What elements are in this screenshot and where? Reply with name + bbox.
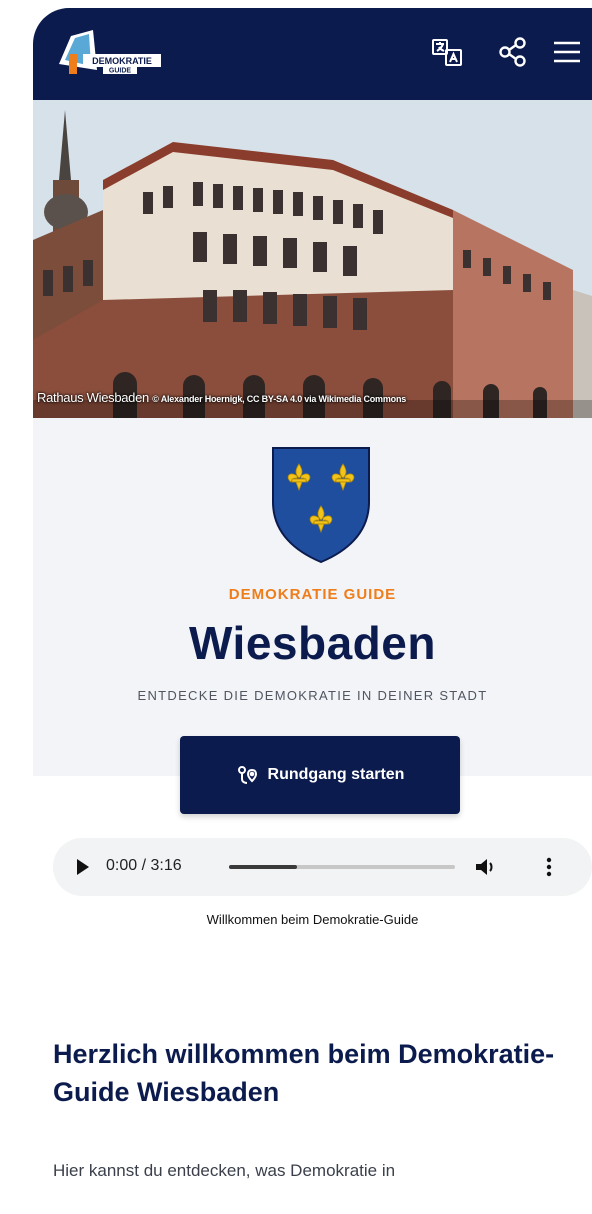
start-tour-label: Rundgang starten	[267, 766, 405, 783]
audio-seek-bar[interactable]	[229, 865, 455, 869]
audio-progress-fill	[229, 865, 297, 869]
hero-caption-title: Rathaus Wiesbaden	[37, 390, 149, 405]
more-options-icon[interactable]	[545, 855, 553, 879]
logo-text-line1: DEMOKRATIE	[92, 56, 152, 66]
hero-image-rathaus: Rathaus Wiesbaden © Alexander Hoernigk, …	[33, 100, 592, 418]
audio-time: 0:00 / 3:16	[106, 857, 182, 874]
audio-caption: Willkommen beim Demokratie-Guide	[206, 912, 419, 927]
volume-icon[interactable]	[473, 855, 499, 879]
intro-panel: DEMOKRATIE GUIDE Wiesbaden ENTDECKE DIE …	[33, 418, 592, 776]
kicker-label: DEMOKRATIE GUIDE	[228, 586, 397, 603]
wiesbaden-coat-of-arms-icon	[269, 444, 373, 564]
translate-icon[interactable]	[427, 32, 467, 72]
top-nav: DEMOKRATIE GUIDE	[33, 8, 592, 100]
demokratie-guide-logo[interactable]: DEMOKRATIE GUIDE	[53, 24, 169, 80]
start-tour-button[interactable]: Rundgang starten	[180, 736, 460, 814]
hamburger-menu-icon[interactable]	[547, 32, 587, 72]
route-pin-icon	[237, 766, 257, 784]
share-icon[interactable]	[493, 32, 533, 72]
logo-text-line2: GUIDE	[109, 68, 132, 75]
tagline: ENTDECKE DIE DEMOKRATIE IN DEINER STADT	[137, 688, 488, 703]
play-icon[interactable]	[75, 857, 91, 877]
hero-caption-credit: © Alexander Hoernigk, CC BY-SA 4.0 via W…	[152, 394, 407, 404]
hero-caption: Rathaus Wiesbaden © Alexander Hoernigk, …	[37, 390, 406, 405]
page-title: Wiesbaden	[189, 617, 436, 669]
audio-player: 0:00 / 3:16	[53, 838, 592, 896]
welcome-heading: Herzlich willkommen beim Demokratie-Guid…	[53, 1039, 555, 1107]
page: DEMOKRATIE GUIDE Rathaus Wiesbaden © Ale…	[33, 8, 592, 1214]
intro-paragraph: Hier kannst du entdecken, was Demokratie…	[53, 1161, 396, 1180]
